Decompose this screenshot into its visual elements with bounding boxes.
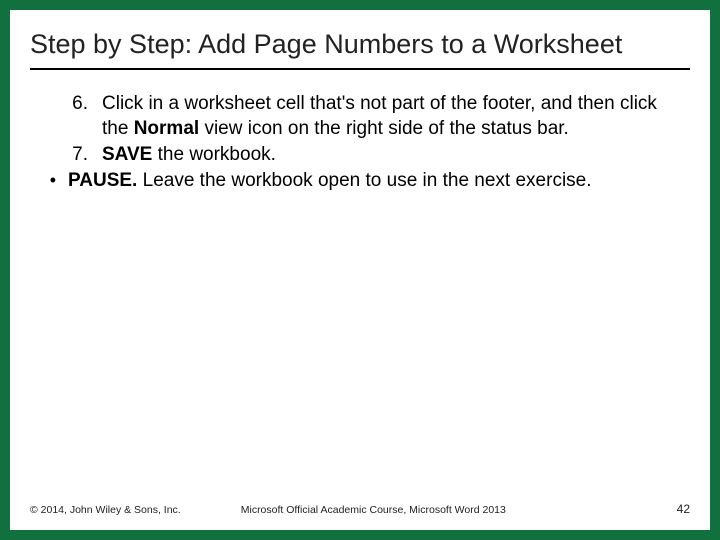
step-text: Click in a worksheet cell that's not par… (102, 92, 690, 141)
footer-course: Microsoft Official Academic Course, Micr… (181, 504, 677, 516)
slide-frame: Step by Step: Add Page Numbers to a Work… (0, 0, 720, 540)
bullet-text: PAUSE. Leave the workbook open to use in… (68, 169, 690, 193)
text-bold: PAUSE. (68, 170, 137, 191)
step-text: SAVE the workbook. (102, 143, 690, 167)
text-bold: Normal (134, 118, 199, 139)
footer-copyright: © 2014, John Wiley & Sons, Inc. (30, 504, 181, 516)
slide-title: Step by Step: Add Page Numbers to a Work… (30, 28, 690, 70)
text-post: the workbook. (152, 144, 276, 165)
footer-page-number: 42 (677, 502, 690, 516)
slide-body: Step by Step: Add Page Numbers to a Work… (10, 10, 710, 530)
bullet-row: • PAUSE. Leave the workbook open to use … (30, 169, 690, 193)
bullet-marker: • (30, 169, 68, 193)
step-number: 7. (30, 143, 102, 167)
step-row: 7. SAVE the workbook. (30, 143, 690, 167)
step-number: 6. (30, 92, 102, 141)
text-bold: SAVE (102, 144, 152, 165)
text-post: view icon on the right side of the statu… (199, 118, 569, 139)
slide-content: 6. Click in a worksheet cell that's not … (30, 92, 690, 496)
slide-footer: © 2014, John Wiley & Sons, Inc. Microsof… (30, 496, 690, 516)
step-row: 6. Click in a worksheet cell that's not … (30, 92, 690, 141)
text-post: Leave the workbook open to use in the ne… (137, 170, 591, 191)
